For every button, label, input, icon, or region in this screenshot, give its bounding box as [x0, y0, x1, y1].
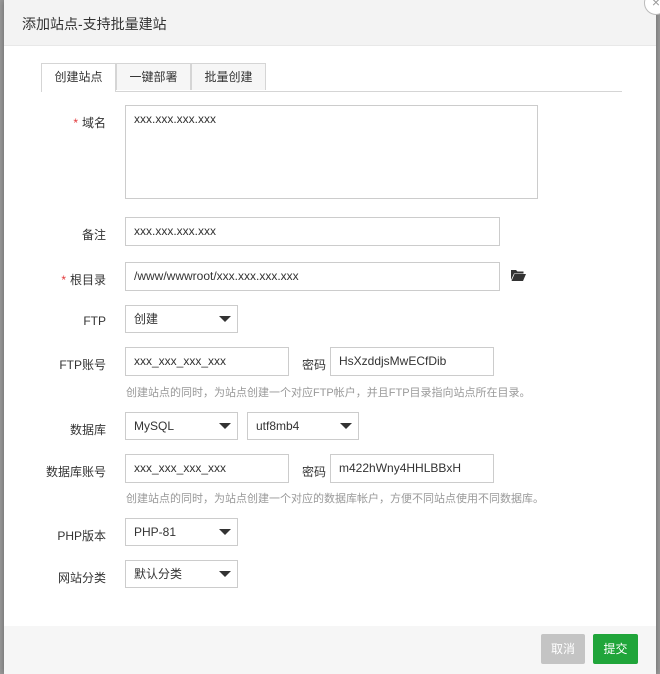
- db-password-label: 密码: [302, 465, 327, 479]
- ftp-password-input[interactable]: HsXzddjsMwECfDib: [330, 347, 494, 376]
- category-label: 网站分类: [57, 571, 106, 585]
- folder-open-icon[interactable]: [510, 268, 526, 282]
- ftp-label: FTP: [83, 314, 106, 328]
- chevron-down-icon: [219, 316, 231, 322]
- dialog-header: 添加站点-支持批量建站: [4, 0, 656, 46]
- remark-label: 备注: [81, 228, 106, 242]
- ftp-select[interactable]: 创建: [125, 305, 238, 333]
- php-version-select[interactable]: PHP-81: [125, 518, 238, 546]
- domain-label: * 域名: [73, 116, 106, 130]
- submit-button[interactable]: 提交: [593, 634, 638, 664]
- db-username-input[interactable]: xxx_xxx_xxx_xxx: [125, 454, 289, 483]
- db-password-input[interactable]: m422hWny4HHLBBxH: [330, 454, 494, 483]
- db-account-label: 数据库账号: [45, 465, 106, 479]
- database-charset-select[interactable]: utf8mb4: [247, 412, 359, 440]
- root-dir-label: * 根目录: [61, 273, 106, 287]
- tab-batch-create[interactable]: 批量创建: [191, 63, 266, 90]
- remark-input[interactable]: xxx.xxx.xxx.xxx: [125, 217, 500, 246]
- cancel-button[interactable]: 取消: [541, 634, 585, 664]
- ftp-hint: 创建站点的同时，为站点创建一个对应FTP帐户，并且FTP目录指向站点所在目录。: [126, 387, 531, 399]
- ftp-account-label: FTP账号: [59, 358, 106, 372]
- database-type-select[interactable]: MySQL: [125, 412, 238, 440]
- required-mark: *: [61, 273, 66, 287]
- dialog-title: 添加站点-支持批量建站: [22, 16, 167, 32]
- chevron-down-icon: [340, 423, 352, 429]
- chevron-down-icon: [219, 423, 231, 429]
- domain-textarea[interactable]: xxx.xxx.xxx.xxx: [125, 105, 538, 199]
- category-select[interactable]: 默认分类: [125, 560, 238, 588]
- db-hint: 创建站点的同时，为站点创建一个对应的数据库帐户，方便不同站点使用不同数据库。: [126, 493, 544, 505]
- ftp-password-label: 密码: [302, 358, 327, 372]
- ftp-username-input[interactable]: xxx_xxx_xxx_xxx: [125, 347, 289, 376]
- php-version-label: PHP版本: [57, 529, 106, 543]
- required-mark: *: [73, 116, 78, 130]
- chevron-down-icon: [219, 571, 231, 577]
- tab-one-click-deploy[interactable]: 一键部署: [116, 63, 191, 90]
- database-label: 数据库: [69, 423, 106, 437]
- tab-bar: 创建站点 一键部署 批量创建: [41, 63, 622, 92]
- chevron-down-icon: [219, 529, 231, 535]
- root-dir-input[interactable]: /www/wwwroot/xxx.xxx.xxx.xxx: [125, 262, 500, 291]
- tab-create-site[interactable]: 创建站点: [41, 63, 116, 92]
- add-site-dialog: 添加站点-支持批量建站 × 创建站点 一键部署 批量创建 * 域名 xxx.xxx…: [4, 0, 660, 674]
